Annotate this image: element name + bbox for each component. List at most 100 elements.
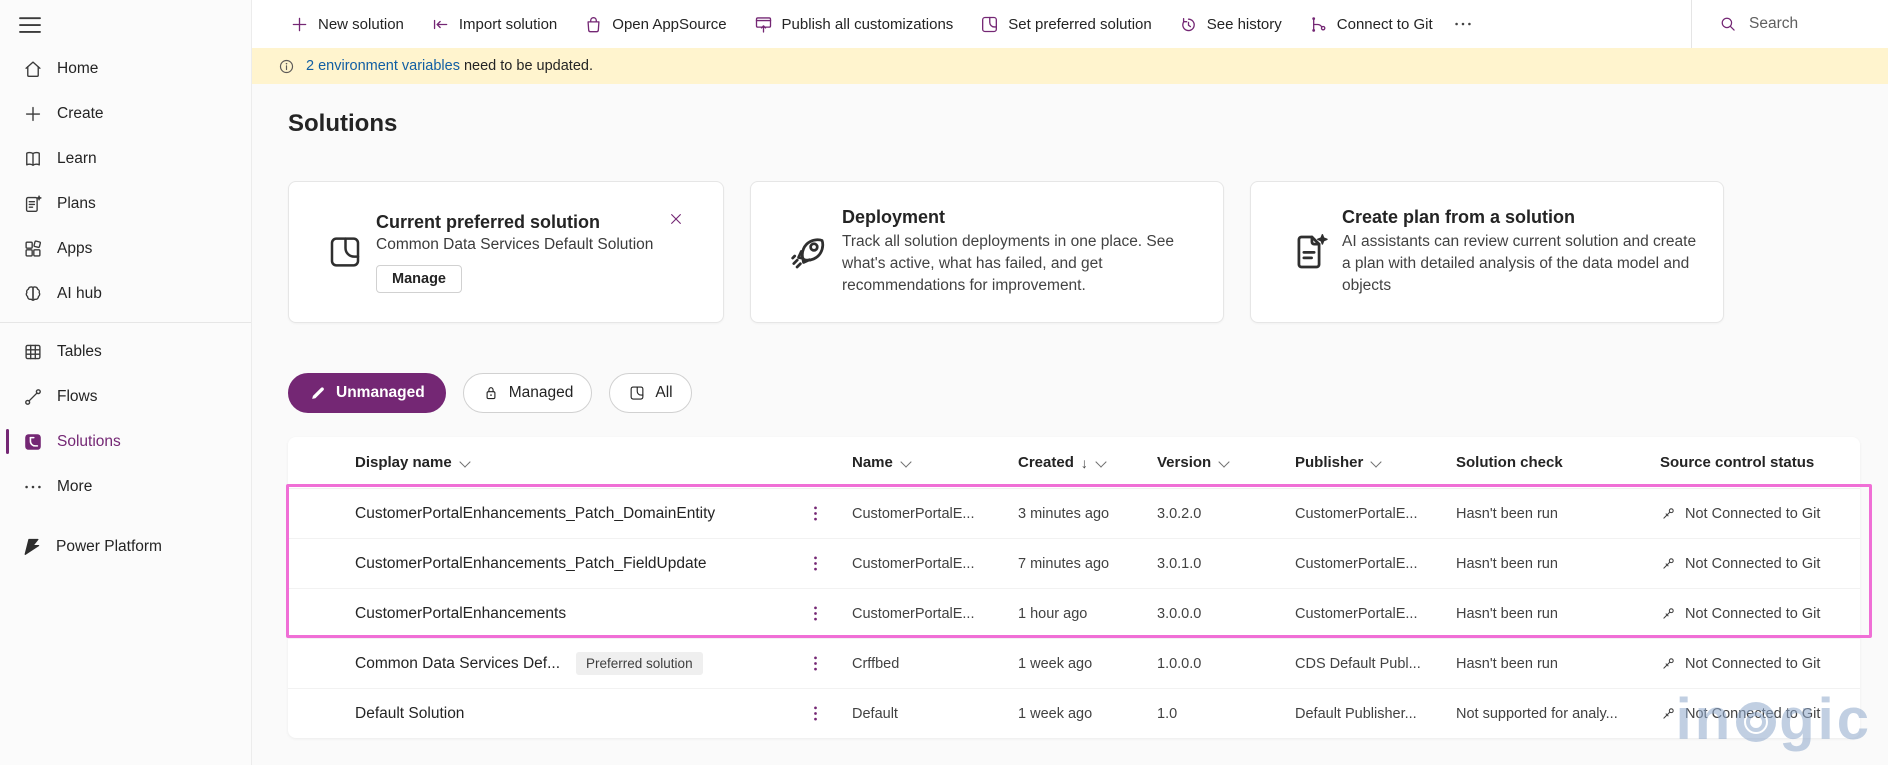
chevron-down-icon	[1218, 455, 1230, 468]
cell-version: 1.0.0.0	[1157, 655, 1202, 672]
sidebar-item-home[interactable]: Home	[0, 46, 251, 91]
sidebar-divider	[0, 322, 251, 323]
chevron-down-icon	[1370, 455, 1383, 468]
filter-all[interactable]: All	[609, 373, 692, 413]
solutions-icon	[22, 431, 44, 453]
sidebar-item-label: Tables	[57, 342, 102, 360]
info-icon	[277, 57, 296, 76]
cell-version: 3.0.0.0	[1157, 605, 1202, 622]
column-header-version[interactable]: Version	[1157, 454, 1295, 471]
git-disconnected-icon	[1660, 705, 1677, 722]
new-solution-button[interactable]: New solution	[276, 0, 417, 48]
column-header-created[interactable]: Created ↓	[1018, 454, 1157, 471]
sidebar-item-label: Learn	[57, 149, 97, 167]
sidebar-item-label: Solutions	[57, 432, 121, 450]
table-row[interactable]: Default Solution Default 1 week ago 1.0 Defa…	[288, 689, 1860, 738]
solution-box-icon	[325, 232, 365, 272]
cell-name: Crffbed	[852, 655, 900, 672]
connect-to-git-button[interactable]: Connect to Git	[1295, 0, 1446, 48]
sidebar-item-more[interactable]: More	[0, 464, 251, 509]
hamburger-menu-icon[interactable]	[15, 10, 45, 40]
sidebar-item-label: Home	[57, 59, 99, 77]
row-more-menu-icon[interactable]	[805, 653, 826, 674]
solution-display-name[interactable]: CustomerPortalEnhancements_Patch_FieldUp…	[355, 555, 707, 573]
column-header-name[interactable]: Name	[852, 454, 1018, 471]
see-history-button[interactable]: See history	[1165, 0, 1295, 48]
sidebar-item-tables[interactable]: Tables	[0, 329, 251, 374]
column-header-publisher[interactable]: Publisher	[1295, 454, 1456, 471]
sidebar-item-ai-hub[interactable]: AI hub	[0, 271, 251, 316]
import-solution-button[interactable]: Import solution	[417, 0, 570, 48]
git-branch-icon	[1308, 14, 1329, 35]
table-row[interactable]: CustomerPortalEnhancements_Patch_DomainE…	[288, 489, 1860, 539]
filter-managed[interactable]: Managed	[462, 373, 593, 413]
ai-hub-icon	[22, 283, 44, 305]
sidebar-item-power-platform[interactable]: Power Platform	[0, 524, 251, 569]
publish-all-customizations-button[interactable]: Publish all customizations	[740, 0, 967, 48]
cell-version: 3.0.1.0	[1157, 555, 1202, 572]
git-disconnected-icon	[1660, 505, 1677, 522]
import-icon	[430, 14, 451, 35]
book-icon	[22, 148, 44, 170]
solution-display-name[interactable]: Common Data Services Def...	[355, 655, 560, 673]
cell-created: 1 hour ago	[1018, 605, 1088, 622]
cell-solution-check: Hasn't been run	[1456, 605, 1558, 622]
solution-display-name[interactable]: Default Solution	[355, 705, 464, 723]
set-preferred-solution-button[interactable]: Set preferred solution	[966, 0, 1164, 48]
sidebar-item-learn[interactable]: Learn	[0, 136, 251, 181]
manage-button[interactable]: Manage	[376, 264, 462, 293]
notification-bar: 2 environment variables need to be updat…	[252, 48, 1888, 84]
sidebar-item-solutions[interactable]: Solutions	[0, 419, 251, 464]
cell-source-control-status: Not Connected to Git	[1660, 505, 1860, 522]
table-row[interactable]: Common Data Services Def... Preferred sol…	[288, 639, 1860, 689]
row-more-menu-icon[interactable]	[805, 503, 826, 524]
cell-display-name: CustomerPortalEnhancements_Patch_FieldUp…	[288, 553, 852, 574]
pencil-icon	[309, 384, 327, 402]
sidebar-item-plans[interactable]: Plans	[0, 181, 251, 226]
apps-icon	[22, 238, 44, 260]
preferred-solution-icon	[979, 14, 1000, 35]
open-appsource-button[interactable]: Open AppSource	[570, 0, 739, 48]
solution-display-name[interactable]: CustomerPortalEnhancements_Patch_DomainE…	[355, 505, 715, 523]
chevron-down-icon	[900, 455, 912, 468]
cell-source-control-status: Not Connected to Git	[1660, 655, 1860, 672]
cell-solution-check: Hasn't been run	[1456, 655, 1558, 672]
sidebar-item-label: Apps	[57, 239, 93, 257]
left-navigation: Home Create Learn Plans Apps AI hub Tables Flow…	[0, 0, 252, 765]
card-body: AI assistants can review current solutio…	[1342, 233, 1697, 294]
git-disconnected-icon	[1660, 555, 1677, 572]
row-more-menu-icon[interactable]	[805, 603, 826, 624]
card-title: Create plan from a solution	[1342, 207, 1576, 227]
solution-display-name[interactable]: CustomerPortalEnhancements	[355, 605, 566, 623]
table-row[interactable]: CustomerPortalEnhancements_Patch_FieldUp…	[288, 539, 1860, 589]
cell-display-name: Default Solution	[288, 703, 852, 724]
sidebar-footer-label: Power Platform	[56, 537, 162, 555]
card-subtitle: Common Data Services Default Solution	[376, 235, 654, 253]
sidebar-item-apps[interactable]: Apps	[0, 226, 251, 271]
git-disconnected-icon	[1660, 605, 1677, 622]
sidebar-item-create[interactable]: Create	[0, 91, 251, 136]
filter-unmanaged[interactable]: Unmanaged	[288, 373, 446, 413]
cell-source-control-status: Not Connected to Git	[1660, 705, 1860, 722]
environment-variables-link[interactable]: 2 environment variables	[306, 58, 460, 74]
close-icon[interactable]	[667, 210, 685, 228]
table-header: Display name Name Created ↓ Version Publisher…	[288, 437, 1860, 489]
sidebar-nav: Home Create Learn Plans Apps AI hub Tables Flow…	[0, 46, 251, 509]
plus-icon	[22, 103, 44, 125]
row-more-menu-icon[interactable]	[805, 703, 826, 724]
command-bar: New solution Import solution Open AppSourc…	[252, 0, 1888, 48]
overflow-menu-button[interactable]	[1452, 13, 1474, 35]
cell-solution-check: Hasn't been run	[1456, 505, 1558, 522]
sidebar-item-label: Create	[57, 104, 104, 122]
column-header-display-name[interactable]: Display name	[288, 454, 852, 471]
search-input[interactable]: Search	[1691, 0, 1888, 48]
publish-icon	[753, 14, 774, 35]
sidebar-item-flows[interactable]: Flows	[0, 374, 251, 419]
plan-document-icon	[1287, 230, 1331, 274]
cell-version: 1.0	[1157, 705, 1178, 722]
row-more-menu-icon[interactable]	[805, 553, 826, 574]
table-row[interactable]: CustomerPortalEnhancements CustomerPortal…	[288, 589, 1860, 639]
create-plan-card: Create plan from a solution AI assistant…	[1250, 181, 1724, 323]
cell-created: 3 minutes ago	[1018, 505, 1110, 522]
home-icon	[22, 58, 44, 80]
